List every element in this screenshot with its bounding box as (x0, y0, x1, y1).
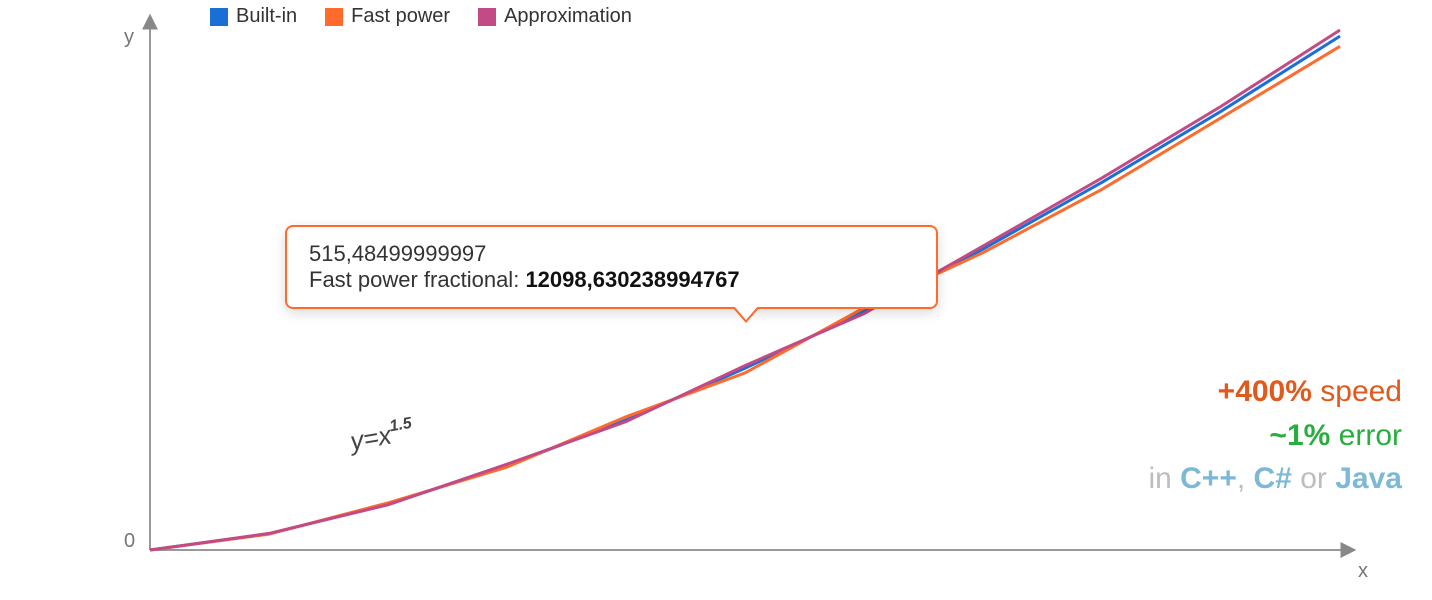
callout-lang-java: Java (1335, 462, 1402, 495)
callout-speed-value: +400% (1218, 375, 1312, 408)
tooltip-series-label: Fast power fractional: (309, 267, 525, 292)
chart-tooltip: 515,48499999997 Fast power fractional: 1… (285, 225, 938, 309)
callout-error: ~1% error (1148, 414, 1402, 458)
callout-speed-word: speed (1312, 375, 1402, 408)
callout-sep2: or (1292, 462, 1335, 495)
tooltip-x-value: 515,48499999997 (309, 241, 914, 267)
callout-sep1: , (1237, 462, 1254, 495)
callouts: +400% speed ~1% error in C++, C# or Java (1148, 370, 1402, 501)
tooltip-series-line: Fast power fractional: 12098,63023899476… (309, 267, 914, 293)
callout-speed: +400% speed (1148, 370, 1402, 414)
callout-lang-prefix: in (1148, 462, 1180, 495)
callout-langs: in C++, C# or Java (1148, 457, 1402, 501)
origin-label: 0 (124, 530, 135, 553)
y-axis-label: y (124, 26, 134, 49)
x-axis-label: x (1358, 560, 1368, 583)
callout-lang-cs: C# (1254, 462, 1292, 495)
formula-exponent: 1.5 (388, 415, 413, 436)
formula-base: y=x (348, 420, 394, 457)
callout-error-value: ~1% (1269, 419, 1330, 452)
tooltip-series-value: 12098,630238994767 (525, 267, 739, 292)
callout-error-word: error (1330, 419, 1402, 452)
callout-lang-cpp: C++ (1180, 462, 1237, 495)
